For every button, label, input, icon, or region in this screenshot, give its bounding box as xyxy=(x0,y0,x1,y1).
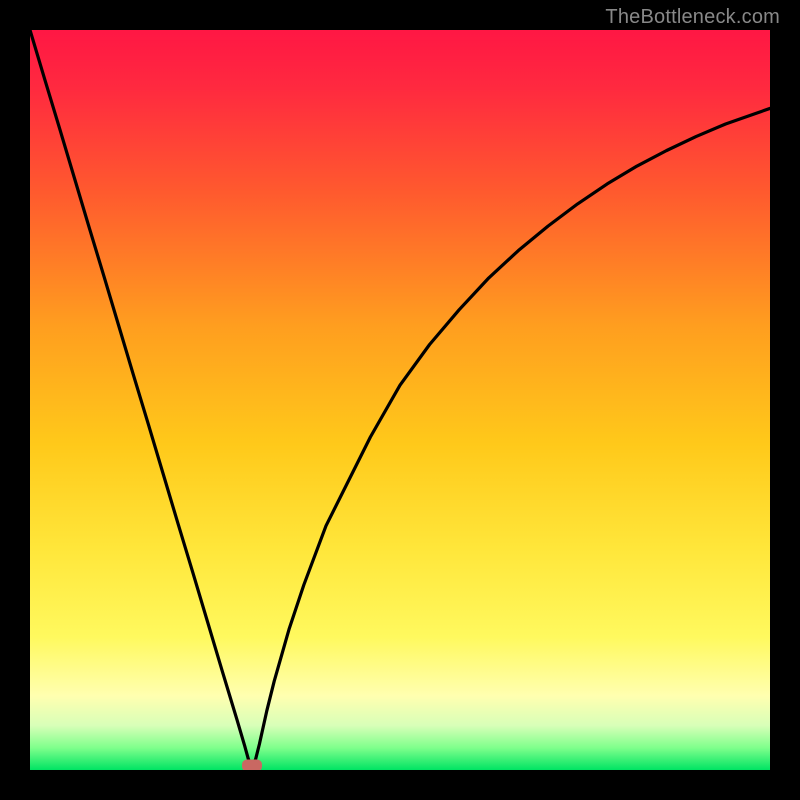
minimum-marker xyxy=(242,760,262,770)
chart-svg xyxy=(30,30,770,770)
watermark-text: TheBottleneck.com xyxy=(605,6,780,29)
chart-plot-area xyxy=(30,30,770,770)
